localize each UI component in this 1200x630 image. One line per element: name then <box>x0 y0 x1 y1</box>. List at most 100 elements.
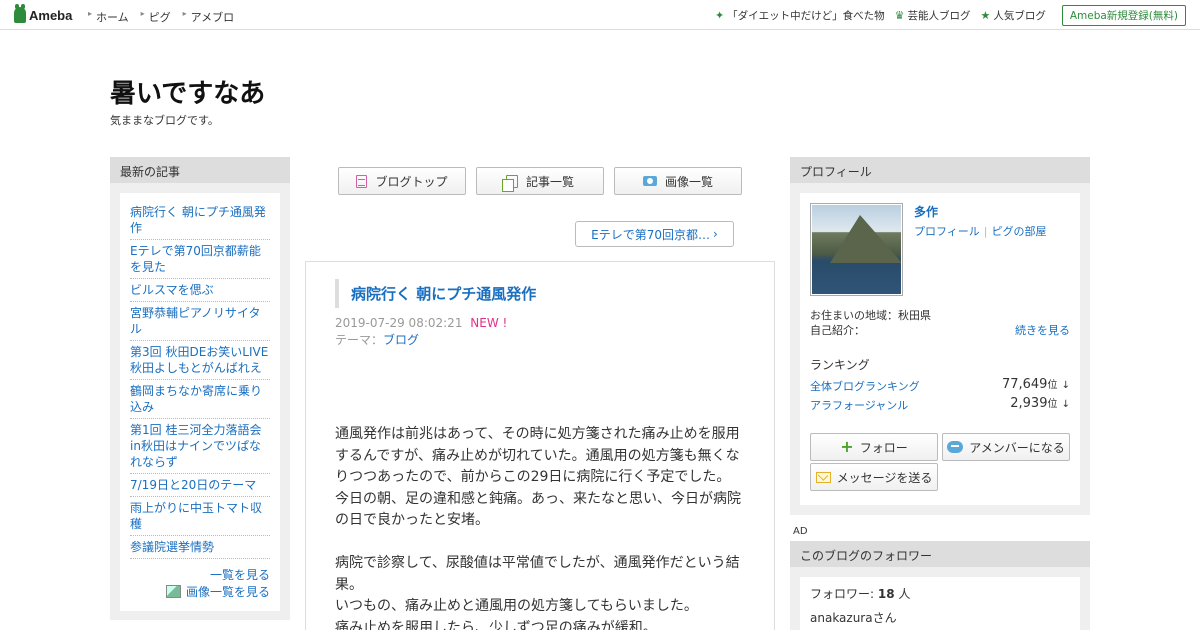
image-list-label: 画像一覧を見る <box>185 585 270 599</box>
star-icon: ★ <box>980 9 991 22</box>
follower-name[interactable]: anakazuraさん <box>810 609 1070 626</box>
next-article-link[interactable]: Eテレで第70回京都… › <box>575 221 734 247</box>
recent-article-link[interactable]: 宮野恭輔ピアノリサイタル <box>130 302 270 341</box>
ranking-value: 2,939 <box>1010 396 1048 411</box>
popular-blog-label: 人気ブログ <box>993 10 1046 22</box>
location: お住まいの地域：秋田県 <box>810 309 931 322</box>
pigg-room-link[interactable]: ピグの部屋 <box>992 225 1047 238</box>
become-member-label: アメンバーになる <box>969 440 1065 455</box>
article-list-button[interactable]: 記事一覧 <box>476 167 604 195</box>
ad-label: AD <box>793 526 808 537</box>
chat-bubble-icon <box>947 441 964 453</box>
profile-heading: プロフィール <box>790 157 1090 183</box>
blog-top-button[interactable]: ブログトップ <box>338 167 466 195</box>
down-arrow-icon: ↓ <box>1061 380 1070 391</box>
signup-button[interactable]: Ameba新規登録(無料) <box>1061 5 1186 26</box>
image-list-icon <box>165 585 181 598</box>
overall-ranking-link[interactable]: 全体ブログランキング <box>810 380 920 393</box>
body-paragraph: 病院で診察して、尿酸値は平常値でしたが、通風発作だという結果。 <box>335 555 740 593</box>
diet-link[interactable]: ✦ 「ダイエット中だけど」食べた物 <box>715 8 885 23</box>
send-message-button[interactable]: メッセージを送る <box>810 463 938 491</box>
crown-icon: ♛ <box>894 9 905 22</box>
article-datetime: 2019-07-29 08:02:21 <box>335 316 463 330</box>
profile-links: プロフィール | ピグの部屋 <box>914 225 1047 238</box>
recent-article-link[interactable]: 鶴岡まちなか寄席に乗り込み <box>130 380 270 419</box>
theme-link[interactable]: ブログ <box>383 333 419 347</box>
blog-title[interactable]: 暑いですなあ <box>110 73 265 110</box>
nav-ameblo-link[interactable]: アメブロ <box>183 9 234 25</box>
followers-heading: このブログのフォロワー <box>790 541 1090 567</box>
sparkle-icon: ✦ <box>714 9 725 22</box>
recent-article-link[interactable]: 第3回 秋田DEお笑いLIVE 秋田よしもとがんばれえ <box>130 341 270 380</box>
down-arrow-icon: ↓ <box>1061 399 1070 410</box>
recent-article-link[interactable]: 雨上がりに中玉トマト収穫 <box>130 497 270 536</box>
genre-ranking-value: 2,939位 ↓ <box>1010 395 1070 411</box>
follow-button[interactable]: + フォロー <box>810 433 938 461</box>
overall-ranking-value: 77,649位 ↓ <box>1002 376 1070 392</box>
ranking-value: 77,649 <box>1001 377 1048 392</box>
article-title[interactable]: 病院行く 朝にプチ通風発作 <box>335 279 536 308</box>
article: 病院行く 朝にプチ通風発作 2019-07-29 08:02:21 NEW ! … <box>305 261 775 630</box>
global-header: Ameba ホーム ピグ アメブロ ✦ 「ダイエット中だけど」食べた物 ♛ 芸能… <box>0 0 1200 30</box>
header-links: ✦ 「ダイエット中だけど」食べた物 ♛ 芸能人ブログ ★ 人気ブログ Ameba… <box>715 5 1186 26</box>
ranking-row: 全体ブログランキング 77,649位 ↓ <box>810 376 1070 394</box>
follow-label: フォロー <box>859 440 908 455</box>
intro-row: 自己紹介： 続きを見る <box>810 322 1070 338</box>
ranking-unit: 位 <box>1047 380 1058 391</box>
followers-body: フォロワー: 18 人 anakazuraさん <box>800 577 1080 630</box>
ranking-row: アラフォージャンル 2,939位 ↓ <box>810 395 1070 413</box>
celebrity-blog-link[interactable]: ♛ 芸能人ブログ <box>895 8 971 23</box>
image-list-link[interactable]: 画像一覧を見る <box>130 583 270 600</box>
plus-icon: + <box>840 437 854 456</box>
ameba-logo-icon <box>14 4 26 23</box>
profile-link[interactable]: プロフィール <box>914 225 980 238</box>
diet-link-label: 「ダイエット中だけど」食べた物 <box>727 10 885 22</box>
recent-articles-panel: 最新の記事 病院行く 朝にプチ通風発作 Eテレで第70回京都薪能を見た ビルスマ… <box>110 157 290 620</box>
popular-blog-link[interactable]: ★ 人気ブログ <box>980 8 1045 23</box>
recent-articles-list: 病院行く 朝にプチ通風発作 Eテレで第70回京都薪能を見た ビルスマを偲ぶ 宮野… <box>120 193 280 611</box>
recent-article-link[interactable]: Eテレで第70回京都薪能を見た <box>130 240 270 279</box>
followers-panel: このブログのフォロワー フォロワー: 18 人 anakazuraさん <box>790 541 1090 630</box>
nav-home-link[interactable]: ホーム <box>88 9 129 25</box>
recent-article-link[interactable]: 7/19日と20日のテーマ <box>130 474 270 497</box>
intro-label: 自己紹介： <box>810 324 865 337</box>
become-member-button[interactable]: アメンバーになる <box>942 433 1070 461</box>
nav-pigg-link[interactable]: ピグ <box>141 9 171 25</box>
avatar-image <box>812 205 901 294</box>
blog-top-label: ブログトップ <box>375 174 448 189</box>
body-paragraph: 痛み止めを服用したら、少しずつ足の痛みが緩和。 <box>335 619 657 630</box>
ameba-logo[interactable]: Ameba <box>14 4 73 24</box>
ranking-title: ランキング <box>810 358 870 372</box>
see-all-articles-link[interactable]: 一覧を見る <box>130 567 270 583</box>
follower-count-label: フォロワー: <box>810 587 878 601</box>
document-icon <box>356 174 368 188</box>
ranking-unit: 位 <box>1047 399 1058 410</box>
recent-article-link[interactable]: 病院行く 朝にプチ通風発作 <box>130 201 270 240</box>
image-list-button[interactable]: 画像一覧 <box>614 167 742 195</box>
recent-article-link[interactable]: 参議院選挙情勢 <box>130 536 270 559</box>
pages-icon <box>501 174 518 192</box>
camera-icon <box>642 176 657 186</box>
body-paragraph: 今日の朝、足の違和感と鈍痛。あっ、来たなと思い、今日が病院の日で良かったと安堵。 <box>335 490 741 529</box>
follower-count: フォロワー: 18 人 <box>810 585 1070 602</box>
recent-article-link[interactable]: ビルスマを偲ぶ <box>130 279 270 302</box>
follower-count-unit: 人 <box>894 587 911 601</box>
continue-reading-link[interactable]: 続きを見る <box>1015 322 1070 338</box>
body-paragraph: 通風発作は前兆はあって、その時に処方箋された痛み止めを服用するんですが、痛み止め… <box>335 426 740 485</box>
genre-ranking-link[interactable]: アラフォージャンル <box>810 399 908 412</box>
celebrity-blog-label: 芸能人ブログ <box>907 10 971 22</box>
ameba-logo-text: Ameba <box>29 7 73 23</box>
body-paragraph: いつもの、痛み止めと通風用の処方箋してもらいました。 <box>335 598 698 614</box>
theme-label: テーマ： <box>335 333 384 347</box>
follower-count-value: 18 <box>877 587 895 601</box>
image-list-button-label: 画像一覧 <box>664 174 713 189</box>
chevron-right-icon: › <box>713 227 718 241</box>
next-article-label: Eテレで第70回京都… <box>591 227 711 242</box>
recent-article-link[interactable]: 第1回 桂三河全力落語会in秋田はナインでツぱなれならず <box>130 419 270 474</box>
recent-articles-heading: 最新の記事 <box>110 157 290 183</box>
article-body: 通風発作は前兆はあって、その時に処方箋された痛み止めを服用するんですが、痛み止め… <box>335 424 747 630</box>
send-message-label: メッセージを送る <box>836 470 933 485</box>
profile-name[interactable]: 多作 <box>914 203 938 220</box>
new-badge: NEW ! <box>470 316 508 330</box>
avatar[interactable] <box>810 203 903 296</box>
